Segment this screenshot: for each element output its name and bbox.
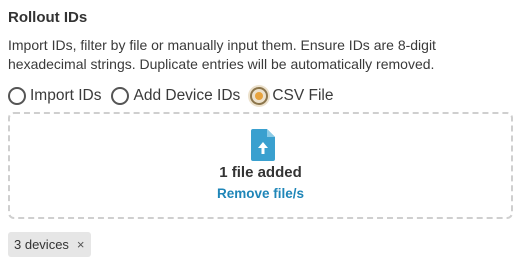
radio-add-device-ids-circle[interactable] — [111, 87, 130, 105]
devices-count-label: 3 devices — [14, 237, 69, 252]
file-upload-icon — [251, 129, 275, 161]
section-title: Rollout IDs — [8, 9, 88, 26]
radio-csv-file[interactable]: CSV File — [248, 85, 333, 107]
radio-import-ids-circle[interactable] — [8, 87, 26, 105]
remove-files-link[interactable]: Remove file/s — [10, 186, 511, 201]
devices-count-chip: 3 devices × — [8, 232, 91, 257]
radio-csv-file-circle[interactable] — [248, 85, 271, 107]
section-description: Import IDs, filter by file or manually i… — [8, 37, 436, 72]
chip-close-icon[interactable]: × — [77, 237, 85, 252]
radio-add-device-ids-label[interactable]: Add Device IDs — [133, 87, 240, 105]
rollout-ids-panel: Rollout IDs Import IDs, filter by file o… — [0, 0, 529, 265]
source-radio-group: Import IDs Add Device IDs CSV File — [8, 85, 343, 107]
radio-add-device-ids[interactable]: Add Device IDs — [111, 87, 240, 105]
radio-csv-file-label[interactable]: CSV File — [272, 87, 333, 105]
files-added-status: 1 file added — [219, 164, 302, 181]
file-dropzone[interactable]: 1 file added Remove file/s — [8, 112, 513, 219]
radio-import-ids[interactable]: Import IDs — [8, 87, 101, 105]
radio-import-ids-label[interactable]: Import IDs — [30, 87, 101, 105]
